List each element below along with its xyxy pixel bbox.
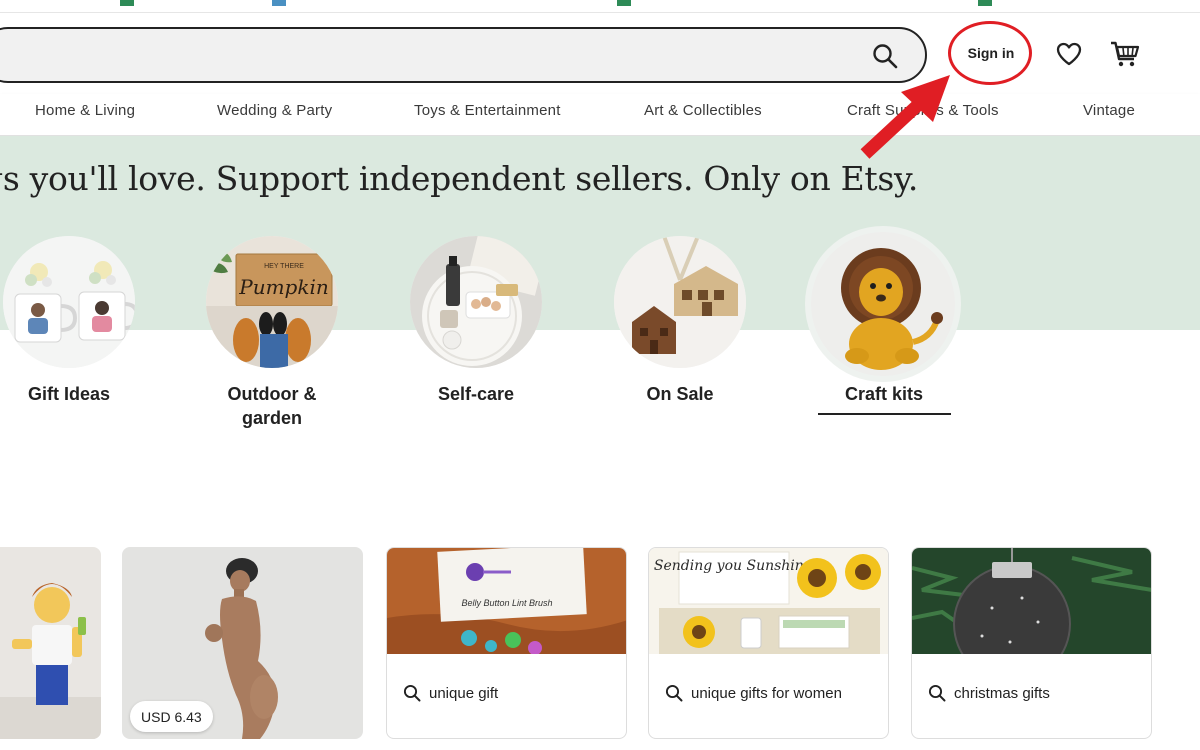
category-label-craft-kits[interactable]: Craft kits [816,382,952,406]
search-button[interactable] [860,36,910,76]
figure-image [0,547,101,739]
self-care-tray-image [410,236,542,368]
card-search-row: unique gift [403,684,498,702]
search-icon [928,684,946,702]
category-label-on-sale[interactable]: On Sale [612,382,748,406]
search-input[interactable] [0,27,927,83]
card-search-row: christmas gifts [928,684,1050,702]
hero-tagline: gs you'll love. Support independent sell… [0,159,919,198]
card-image [912,548,1151,654]
category-circle-self-care[interactable] [410,236,542,368]
category-label-outdoor-garden[interactable]: Outdoor & garden [204,382,340,430]
doormat-image: HEY THERE Pumpkin [206,236,338,368]
ornament-image [912,548,1151,654]
crochet-lion-image [811,232,955,376]
category-label-self-care[interactable]: Self-care [408,382,544,406]
category-label-gift-ideas[interactable]: Gift Ideas [0,382,138,406]
nav-item-wedding-party[interactable]: Wedding & Party [217,102,332,119]
strip-mark [120,0,134,6]
card-search-query: unique gifts for women [691,684,842,702]
search-icon [403,684,421,702]
category-circle-gift-ideas[interactable] [3,236,135,368]
search-card-unique-gifts-for-women[interactable]: Sending you Sunshine unique gifts for wo… [648,547,889,739]
card-image: Sending you Sunshine [649,548,888,654]
sign-in-button[interactable]: Sign in [950,22,1032,84]
heart-icon [1056,42,1082,66]
mugs-image [3,236,135,368]
card-image-caption: Belly Button Lint Brush [461,598,552,608]
category-nav: Home & Living Wedding & Party Toys & Ent… [0,94,1200,136]
card-image: Belly Button Lint Brush [387,548,626,654]
card-search-row: unique gifts for women [665,684,842,702]
listing-card-figure[interactable] [0,547,101,739]
card-search-query: unique gift [429,684,499,702]
nav-item-art-collectibles[interactable]: Art & Collectibles [644,102,762,119]
card-search-query: christmas gifts [954,684,1050,702]
browser-top-strip [0,0,1200,13]
nav-item-home-living[interactable]: Home & Living [35,102,135,119]
selected-indicator [818,413,951,415]
search-card-christmas-gifts[interactable]: christmas gifts [911,547,1152,739]
favorites-button[interactable] [1050,36,1088,72]
card-image-caption: Sending you Sunshine [654,558,812,574]
nav-item-toys-entertainment[interactable]: Toys & Entertainment [414,102,561,119]
nav-item-vintage[interactable]: Vintage [1083,102,1135,119]
category-circle-on-sale[interactable] [614,236,746,368]
cart-button[interactable] [1105,36,1145,72]
svg-text:HEY THERE: HEY THERE [264,263,304,270]
svg-text:Pumpkin: Pumpkin [238,275,329,299]
lint-brush-image: Belly Button Lint Brush [387,548,626,654]
category-circle-craft-kits[interactable] [811,232,955,376]
search-card-unique-gift[interactable]: Belly Button Lint Brush unique gift [386,547,627,739]
nav-item-craft-supplies[interactable]: Craft Supplies & Tools [847,102,999,119]
house-ornament-image [614,236,746,368]
strip-mark [617,0,631,6]
search-icon [665,684,683,702]
category-circle-outdoor-garden[interactable]: HEY THERE Pumpkin [206,236,338,368]
price-badge: USD 6.43 [130,701,213,732]
strip-mark [978,0,992,6]
cart-icon [1111,41,1140,67]
search-icon [873,44,898,69]
sunshine-box-image: Sending you Sunshine [649,548,888,654]
strip-mark [272,0,286,6]
